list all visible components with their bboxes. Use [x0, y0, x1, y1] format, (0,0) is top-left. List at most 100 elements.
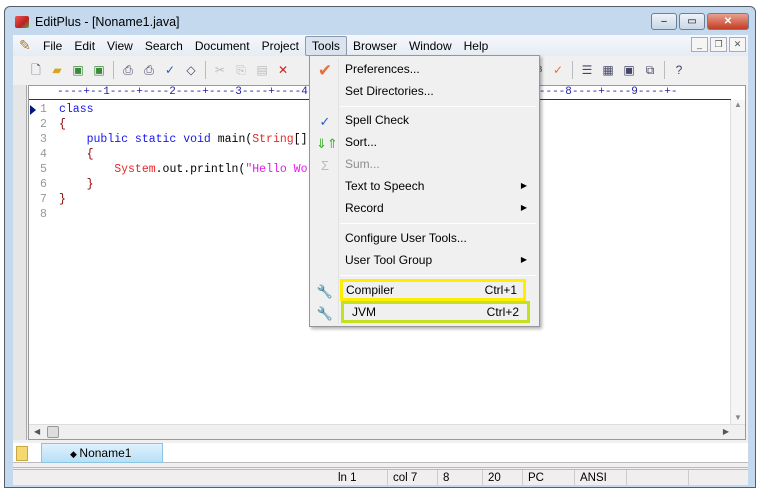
line-number: 4 — [40, 148, 47, 161]
maximize-button[interactable]: ▭ — [679, 13, 705, 30]
window-icon[interactable]: ⧉ — [641, 61, 659, 79]
new-file-icon[interactable]: 🗋 — [27, 61, 45, 79]
line-number: 5 — [40, 163, 47, 176]
vertical-scrollbar[interactable]: ▲ ▼ — [730, 100, 745, 424]
directory-panel-bar[interactable] — [13, 85, 27, 440]
code-text: String — [252, 133, 294, 146]
tools-menu-dropdown: ✔ Preferences... Set Directories... ✓ Spel… — [309, 55, 540, 327]
menu-item-spell-check[interactable]: ✓ Spell Check — [312, 109, 537, 131]
menu-help[interactable]: Help — [458, 37, 495, 55]
delete-icon[interactable]: ✕ — [274, 61, 292, 79]
menu-item-text-to-speech[interactable]: Text to Speech ▶ — [312, 175, 537, 197]
print-preview-icon[interactable]: ⎙ — [119, 61, 137, 79]
menu-item-label: Sum... — [345, 157, 380, 171]
tool-icon[interactable]: ▣ — [620, 61, 638, 79]
menu-item-label: JVM — [352, 305, 376, 319]
status-bar: ln 1 col 7 8 20 PC ANSI — [13, 467, 748, 485]
line-number: 3 — [40, 133, 47, 146]
menu-window[interactable]: Window — [403, 37, 458, 55]
menu-item-preferences[interactable]: ✔ Preferences... — [312, 58, 537, 80]
html-icon[interactable]: ◇ — [182, 61, 200, 79]
menu-browser[interactable]: Browser — [347, 37, 403, 55]
menu-document[interactable]: Document — [189, 37, 256, 55]
copy-icon[interactable]: ⎘ — [232, 61, 250, 79]
close-button[interactable]: ✕ — [707, 13, 749, 30]
menu-item-label: Sort... — [345, 135, 378, 149]
scroll-thumb[interactable] — [47, 426, 59, 438]
line-number: 1 — [29, 102, 59, 117]
status-column: col 7 — [387, 470, 437, 485]
line-number: 7 — [40, 193, 47, 206]
checkmark-icon: ✔ — [317, 61, 333, 80]
menu-item-label: Preferences... — [345, 62, 420, 76]
menu-item-record[interactable]: Record ▶ — [312, 197, 537, 219]
spell-check-icon[interactable]: ✓ — [161, 61, 179, 79]
line-number: 6 — [40, 178, 47, 191]
menu-item-label: Text to Speech — [345, 179, 425, 193]
status-line: ln 1 — [338, 472, 357, 484]
layout-icon[interactable]: ▦ — [599, 61, 617, 79]
menu-item-label: User Tool Group — [345, 253, 433, 267]
save-icon[interactable]: ▣ — [69, 61, 87, 79]
code-text: "Hello Wo — [245, 163, 308, 176]
submenu-arrow-icon: ▶ — [520, 203, 527, 212]
menu-item-set-directories[interactable]: Set Directories... — [312, 80, 537, 102]
code-text: } — [59, 178, 94, 191]
menu-item-label: Compiler — [346, 283, 395, 297]
code-content[interactable]: 1 class 2 { 3 public static void main(Stri… — [29, 102, 307, 222]
status-mode: PC — [522, 470, 574, 485]
sigma-icon: Σ — [320, 158, 330, 173]
menu-tools[interactable]: Tools — [304, 35, 347, 56]
sort-arrows-icon: ⇓⇑ — [316, 136, 338, 151]
save-all-icon[interactable]: ▣ — [90, 61, 108, 79]
submenu-arrow-icon: ▶ — [520, 255, 527, 264]
status-field-3: 8 — [437, 470, 482, 485]
menu-bar: ✎ File Edit View Search Document Project… — [13, 35, 748, 56]
menu-view[interactable]: View — [101, 37, 139, 55]
menu-item-user-tool-group[interactable]: User Tool Group ▶ — [312, 249, 537, 271]
code-text: [] — [293, 133, 308, 146]
code-text: System — [114, 163, 156, 176]
cut-icon[interactable]: ✂ — [211, 61, 229, 79]
window-title: EditPlus - [Noname1.java] — [35, 15, 180, 29]
menu-item-label: Set Directories... — [345, 84, 434, 98]
spell-check-icon: ✓ — [319, 114, 331, 129]
menu-edit[interactable]: Edit — [68, 37, 101, 55]
line-number: 2 — [40, 118, 47, 131]
menu-search[interactable]: Search — [139, 37, 189, 55]
open-folder-icon[interactable]: ▰ — [48, 61, 66, 79]
menu-item-shortcut: Ctrl+2 — [486, 305, 519, 319]
paste-icon[interactable]: ▤ — [253, 61, 271, 79]
menu-item-label: Spell Check — [345, 113, 410, 127]
code-text: { — [59, 148, 94, 161]
help-pointer-icon[interactable]: ? — [670, 61, 688, 79]
minimize-button[interactable]: ‒ — [651, 13, 677, 30]
status-encoding: ANSI — [574, 470, 626, 485]
doc-restore-button[interactable]: ❐ — [710, 37, 727, 52]
folder-icon[interactable] — [16, 446, 28, 461]
submenu-arrow-icon: ▶ — [520, 181, 527, 190]
menu-item-configure-user-tools[interactable]: Configure User Tools... — [312, 227, 537, 249]
menu-file[interactable]: File — [37, 37, 68, 55]
print-icon[interactable]: ⎙ — [140, 61, 158, 79]
horizontal-scrollbar[interactable]: ◀ ▶ — [29, 424, 745, 439]
menu-item-sort[interactable]: ⇓⇑ Sort... — [312, 131, 537, 153]
tab-noname1[interactable]: ◆ Noname1 — [41, 443, 163, 463]
pencil-icon: ✎ — [19, 37, 31, 53]
document-tab-bar: ◆ Noname1 — [13, 443, 748, 463]
status-field-4: 20 — [482, 470, 522, 485]
code-text: class — [59, 103, 94, 116]
menu-project[interactable]: Project — [256, 37, 305, 55]
menu-item-jvm[interactable]: JVM Ctrl+2 — [341, 301, 530, 323]
doc-close-button[interactable]: ✕ — [729, 37, 746, 52]
code-text: public static void — [86, 133, 218, 146]
list-icon[interactable]: ☰ — [578, 61, 596, 79]
code-text: main( — [217, 133, 253, 146]
tab-label: Noname1 — [79, 446, 132, 460]
doc-minimize-button[interactable]: _ — [691, 37, 708, 52]
check-icon[interactable]: ✓ — [549, 61, 567, 79]
diamond-icon: ◆ — [70, 449, 80, 459]
menu-item-compiler[interactable]: Compiler Ctrl+1 — [340, 279, 526, 301]
